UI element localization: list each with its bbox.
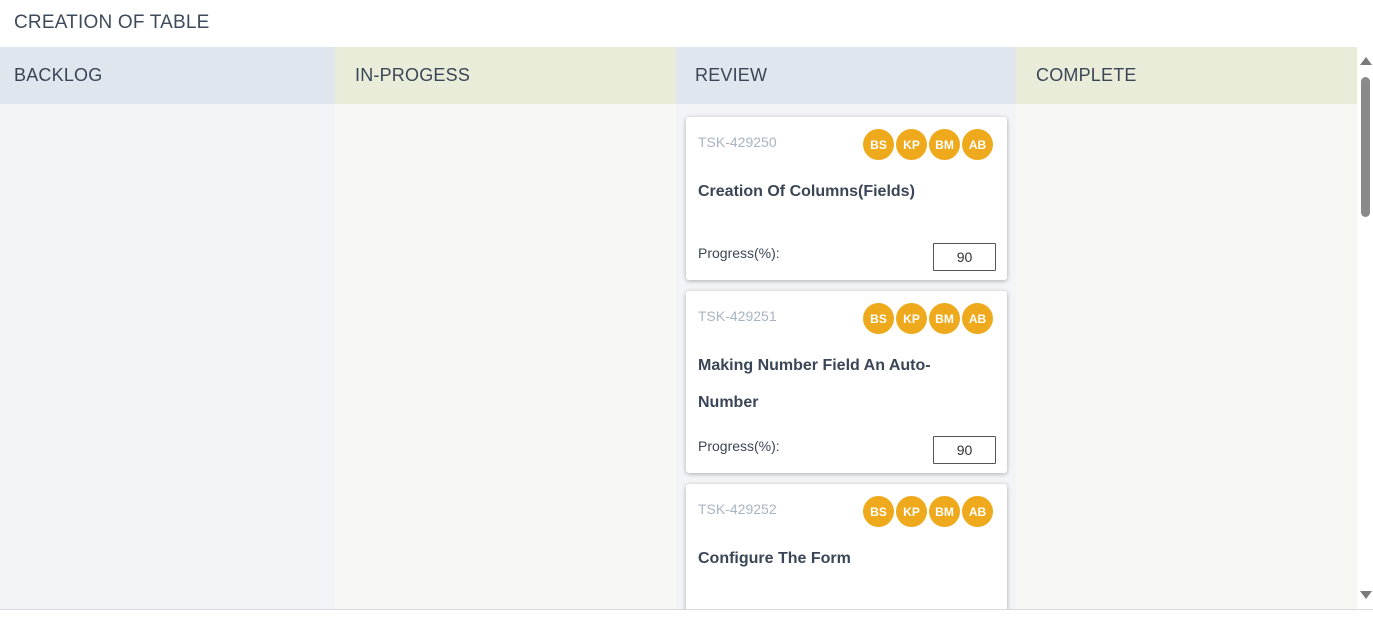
- avatar[interactable]: BS: [863, 129, 894, 160]
- avatar[interactable]: BS: [863, 303, 894, 334]
- assignee-avatars: BS KP BM AB: [863, 303, 993, 334]
- column-in-progress: IN-PROGESS: [335, 47, 676, 609]
- column-body-complete[interactable]: [1016, 104, 1357, 609]
- avatar[interactable]: BM: [929, 496, 960, 527]
- avatar[interactable]: KP: [896, 496, 927, 527]
- column-body-backlog[interactable]: [0, 104, 335, 609]
- progress-label: Progress(%):: [698, 438, 780, 454]
- column-header-complete: COMPLETE: [1016, 47, 1357, 104]
- avatar[interactable]: KP: [896, 303, 927, 334]
- task-card[interactable]: TSK-429250 BS KP BM AB Creation Of Colum…: [686, 117, 1007, 280]
- progress-input[interactable]: [933, 243, 996, 271]
- column-header-in-progress: IN-PROGESS: [335, 47, 676, 104]
- avatar[interactable]: BM: [929, 129, 960, 160]
- avatar[interactable]: AB: [962, 129, 993, 160]
- column-body-review[interactable]: TSK-429250 BS KP BM AB Creation Of Colum…: [676, 104, 1016, 609]
- avatar[interactable]: AB: [962, 303, 993, 334]
- column-header-backlog: BACKLOG: [0, 47, 335, 104]
- scrollbar-thumb[interactable]: [1361, 77, 1370, 217]
- column-complete: COMPLETE: [1016, 47, 1357, 609]
- scroll-down-arrow-icon[interactable]: [1360, 591, 1372, 599]
- column-review: REVIEW TSK-429250 BS KP BM AB Creation O…: [676, 47, 1016, 609]
- avatar[interactable]: BM: [929, 303, 960, 334]
- divider: [0, 609, 1373, 610]
- task-card[interactable]: TSK-429252 BS KP BM AB Configure The For…: [686, 484, 1007, 609]
- page-title: CREATION OF TABLE: [14, 12, 210, 33]
- kanban-board: BACKLOG IN-PROGESS REVIEW TSK-429250 BS …: [0, 47, 1357, 609]
- assignee-avatars: BS KP BM AB: [863, 129, 993, 160]
- vertical-scrollbar[interactable]: [1357, 47, 1373, 609]
- progress-input[interactable]: [933, 436, 996, 464]
- task-title[interactable]: Making Number Field An Auto-Number: [698, 347, 948, 421]
- task-id: TSK-429252: [698, 501, 777, 517]
- task-title[interactable]: Creation Of Columns(Fields): [698, 173, 958, 210]
- progress-label: Progress(%):: [698, 245, 780, 261]
- column-header-review: REVIEW: [676, 47, 1016, 104]
- avatar[interactable]: KP: [896, 129, 927, 160]
- task-id: TSK-429251: [698, 308, 777, 324]
- column-backlog: BACKLOG: [0, 47, 335, 609]
- avatar[interactable]: BS: [863, 496, 894, 527]
- task-id: TSK-429250: [698, 134, 777, 150]
- task-card[interactable]: TSK-429251 BS KP BM AB Making Number Fie…: [686, 291, 1007, 473]
- column-body-in-progress[interactable]: [335, 104, 676, 609]
- avatar[interactable]: AB: [962, 496, 993, 527]
- scroll-up-arrow-icon[interactable]: [1360, 57, 1372, 65]
- task-title[interactable]: Configure The Form: [698, 540, 958, 577]
- assignee-avatars: BS KP BM AB: [863, 496, 993, 527]
